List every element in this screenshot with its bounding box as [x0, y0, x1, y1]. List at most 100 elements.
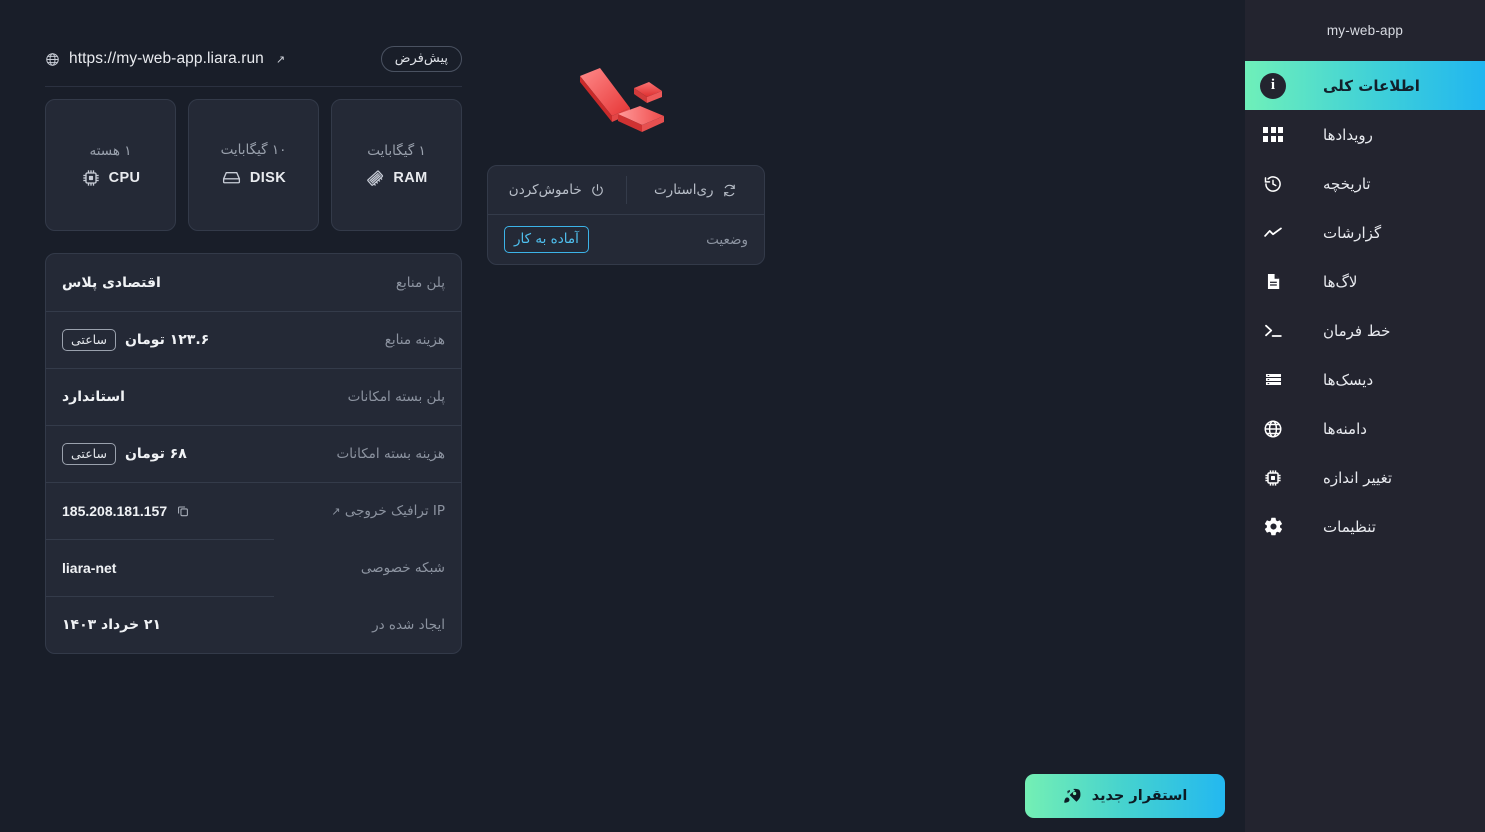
url-text: https://my-web-app.liara.run — [69, 50, 264, 67]
restart-icon — [722, 183, 737, 198]
sidebar-item-label: لاگ‌ها — [1323, 272, 1358, 291]
sidebar-item-settings[interactable]: تنظیمات — [1245, 502, 1485, 551]
copy-icon[interactable] — [176, 504, 190, 518]
sidebar-item-label: تاریخچه — [1323, 174, 1371, 193]
row-label: پلن بسته امکانات — [347, 388, 445, 405]
sidebar-item-label: رویدادها — [1323, 125, 1373, 144]
grid-icon — [1245, 127, 1301, 142]
line-chart-icon — [1245, 223, 1301, 243]
sidebar-app-title: my-web-app — [1326, 23, 1404, 38]
row-value-text: ۶۸ تومان — [124, 445, 187, 462]
status-label: وضعیت — [706, 231, 748, 248]
table-row: شبکه خصوصی liara-net — [46, 539, 461, 596]
globe-icon — [45, 52, 60, 67]
sidebar-item-events[interactable]: رویدادها — [1245, 110, 1485, 159]
power-control-row: ری‌استارت خاموش‌کردن — [488, 166, 764, 214]
stat-value: ۱۰ گیگابایت — [220, 142, 287, 158]
row-value-text: 185.208.181.157 — [62, 502, 168, 519]
row-value: 185.208.181.157 — [62, 503, 190, 519]
url-bar: https://my-web-app.liara.run ↗ پیش‌فرض — [45, 40, 462, 78]
sidebar-item-label: تغییر اندازه — [1323, 468, 1392, 487]
external-link-icon: ↗ — [331, 504, 341, 518]
sidebar-item-label: تنظیمات — [1323, 517, 1376, 536]
cpu-chip-icon — [81, 168, 101, 188]
sidebar-item-logs[interactable]: لاگ‌ها — [1245, 257, 1485, 306]
sidebar-item-reports[interactable]: گزارشات — [1245, 208, 1485, 257]
sidebar-item-terminal[interactable]: خط فرمان — [1245, 306, 1485, 355]
table-row: هزینه منابع ۱۲۳.۶ تومان ساعتی — [46, 311, 461, 368]
row-label: هزینه بسته امکانات — [336, 445, 445, 462]
stat-card-cpu: ۱ هسته CPU — [45, 99, 176, 231]
row-value: ۱۲۳.۶ تومان ساعتی — [62, 328, 210, 351]
stat-value: ۱ هسته — [89, 142, 132, 159]
row-value: استاندارد — [62, 388, 125, 405]
new-deploy-button[interactable]: استقرار جدید — [1025, 774, 1225, 818]
stat-card-disk: ۱۰ گیگابایت DISK — [188, 99, 319, 231]
app-logo — [487, 40, 765, 160]
info-badge: i — [1260, 72, 1286, 99]
power-control-panel: ری‌استارت خاموش‌کردن وضعیت — [487, 165, 765, 265]
status-row: وضعیت آماده به کار — [488, 214, 764, 264]
server-list-icon — [1245, 370, 1301, 389]
sidebar-item-label: خط فرمان — [1323, 321, 1391, 340]
table-row: پلن بسته امکانات استاندارد — [46, 368, 461, 425]
stat-name: DISK — [249, 169, 287, 186]
row-label: هزینه منابع — [384, 331, 445, 348]
billing-period-tag: ساعتی — [62, 328, 116, 351]
document-icon — [1245, 272, 1301, 291]
power-icon — [590, 183, 605, 198]
chip-icon — [1245, 468, 1301, 488]
table-row: هزینه بسته امکانات ۶۸ تومان ساعتی — [46, 425, 461, 482]
sidebar-item-label: دیسک‌ها — [1323, 370, 1374, 389]
url-link[interactable]: https://my-web-app.liara.run ↗ — [45, 50, 285, 68]
main-content: https://my-web-app.liara.run ↗ پیش‌فرض ۱… — [0, 0, 1245, 832]
stat-name: CPU — [108, 169, 141, 186]
row-label: ایجاد شده در — [372, 616, 445, 633]
row-label-text: IP ترافیک خروجی — [344, 502, 445, 519]
memory-ram-icon — [365, 168, 385, 188]
row-value: liara-net — [62, 559, 117, 576]
terminal-icon — [1245, 320, 1301, 341]
sidebar-item-label: گزارشات — [1323, 223, 1382, 242]
default-domain-chip[interactable]: پیش‌فرض — [380, 46, 462, 72]
table-row: پلن منابع اقتصادی پلاس — [46, 254, 461, 311]
billing-period-tag: ساعتی — [62, 442, 116, 465]
status-badge: آماده به کار — [504, 226, 589, 253]
overview-left-column: https://my-web-app.liara.run ↗ پیش‌فرض ۱… — [45, 40, 462, 654]
row-label: شبکه خصوصی — [360, 559, 445, 576]
stat-card-ram: ۱ گیگابایت RAM — [331, 99, 462, 231]
rocket-icon — [1063, 787, 1082, 806]
url-divider — [45, 86, 462, 87]
stat-value: ۱ گیگابایت — [367, 142, 426, 159]
row-value: ۶۸ تومان ساعتی — [62, 442, 187, 465]
sidebar-item-label: اطلاعات کلی — [1323, 76, 1420, 95]
sidebar-item-domains[interactable]: دامنه‌ها — [1245, 404, 1485, 453]
row-label: IP ترافیک خروجی ↗ — [190, 503, 445, 519]
table-row: IP ترافیک خروجی ↗ 185.208.181.157 — [46, 482, 461, 539]
row-value: ۲۱ خرداد ۱۴۰۳ — [62, 616, 161, 633]
overview-center-column: ری‌استارت خاموش‌کردن وضعیت — [487, 40, 765, 265]
row-value: اقتصادی پلاس — [62, 274, 161, 291]
app-root: https://my-web-app.liara.run ↗ پیش‌فرض ۱… — [0, 0, 1485, 832]
resource-stats: ۱ گیگابایت RAM ۱۰ گیگابایت DISK ۱ هسته C… — [45, 99, 462, 231]
table-row: ایجاد شده در ۲۱ خرداد ۱۴۰۳ — [46, 596, 461, 653]
sidebar-item-overview[interactable]: اطلاعات کلی i — [1245, 61, 1485, 110]
power-off-label: خاموش‌کردن — [508, 182, 582, 198]
sidebar: my-web-app اطلاعات کلی i رویدادها تاریخچ… — [1245, 0, 1485, 832]
sidebar-item-resize[interactable]: تغییر اندازه — [1245, 453, 1485, 502]
sidebar-item-disks[interactable]: دیسک‌ها — [1245, 355, 1485, 404]
external-link-icon: ↗ — [275, 52, 286, 66]
row-label: پلن منابع — [395, 274, 445, 291]
history-clock-icon — [1245, 174, 1301, 194]
power-off-button[interactable]: خاموش‌کردن — [488, 166, 626, 214]
globe-icon — [1245, 419, 1301, 439]
new-deploy-label: استقرار جدید — [1091, 788, 1188, 804]
row-value-text: ۱۲۳.۶ تومان — [124, 331, 210, 348]
sidebar-item-history[interactable]: تاریخچه — [1245, 159, 1485, 208]
info-panel: پلن منابع اقتصادی پلاس هزینه منابع ۱۲۳.۶… — [45, 253, 462, 654]
restart-button[interactable]: ری‌استارت — [627, 166, 765, 214]
gear-icon — [1245, 516, 1301, 537]
sidebar-item-label: دامنه‌ها — [1323, 419, 1367, 438]
laravel-logo — [579, 67, 664, 132]
stat-name: RAM — [393, 169, 428, 186]
